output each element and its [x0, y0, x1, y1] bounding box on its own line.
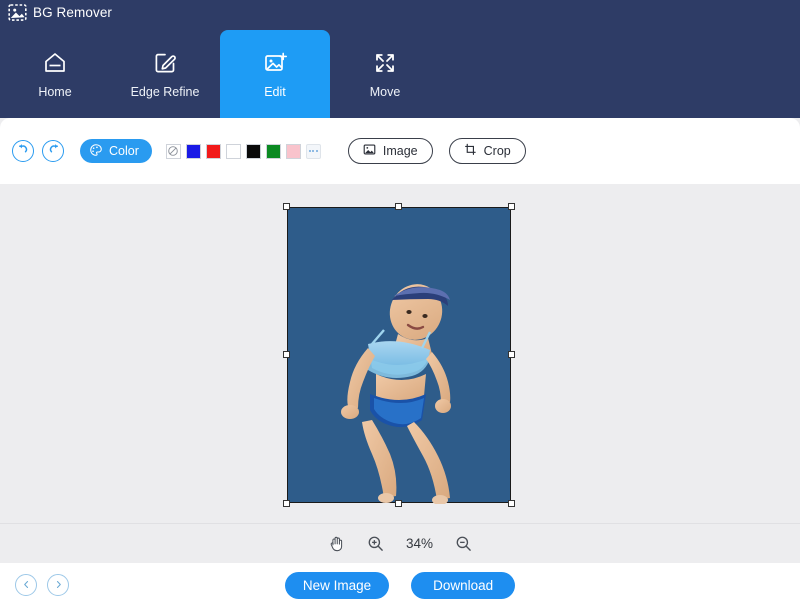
- image-dashed-icon: [8, 3, 27, 22]
- resize-handle-top-right[interactable]: [508, 203, 515, 210]
- app-window: BG Remover Home Edge Refine Edit Move Co…: [0, 0, 800, 606]
- swatch-black[interactable]: [245, 143, 261, 159]
- resize-handle-middle-left[interactable]: [283, 351, 290, 358]
- dot-icon: [312, 150, 315, 152]
- dot-icon: [308, 150, 311, 152]
- image-edit-icon: [262, 50, 288, 76]
- image-canvas[interactable]: [287, 207, 511, 504]
- swatch-blue[interactable]: [185, 143, 201, 159]
- picture-icon: [363, 143, 376, 159]
- canvas-workspace[interactable]: [0, 184, 800, 523]
- brand: BG Remover: [8, 3, 112, 22]
- image-button-label: Image: [382, 144, 418, 158]
- resize-handle-bottom-right[interactable]: [508, 500, 515, 507]
- resize-handle-top-center[interactable]: [395, 203, 402, 210]
- zoom-level: 34%: [405, 536, 434, 551]
- main-tabs: Home Edge Refine Edit Move: [0, 30, 460, 118]
- swatch-white[interactable]: [225, 143, 241, 159]
- pencil-square-icon: [152, 50, 178, 76]
- resize-handle-middle-right[interactable]: [508, 351, 515, 358]
- new-image-button[interactable]: New Image: [284, 572, 390, 599]
- tab-edge-refine-label: Edge Refine: [130, 84, 200, 99]
- move-arrows-icon: [372, 50, 398, 76]
- tab-home[interactable]: Home: [0, 30, 110, 118]
- swatch-none[interactable]: [165, 143, 181, 159]
- color-swatches: [165, 143, 321, 159]
- undo-arrow-icon: [17, 142, 30, 160]
- app-header: BG Remover Home Edge Refine Edit Move: [0, 0, 800, 118]
- edit-toolbar: Color Image Crop: [0, 118, 800, 184]
- tab-move-label: Move: [369, 84, 401, 99]
- tab-home-label: Home: [38, 84, 72, 99]
- bottom-action-bar: New Image Download: [0, 563, 800, 606]
- zoom-out-icon[interactable]: [455, 535, 472, 552]
- redo-button[interactable]: [42, 140, 64, 162]
- swatch-green[interactable]: [265, 143, 281, 159]
- primary-actions: New Image Download: [0, 572, 800, 599]
- crop-button-label: Crop: [483, 144, 511, 158]
- redo-arrow-icon: [47, 142, 60, 160]
- image-selection[interactable]: [283, 203, 515, 507]
- download-button[interactable]: Download: [411, 572, 516, 599]
- resize-handle-bottom-left[interactable]: [283, 500, 290, 507]
- home-icon: [42, 50, 68, 76]
- swatch-red[interactable]: [205, 143, 221, 159]
- crop-square-icon: [464, 143, 477, 159]
- undo-button[interactable]: [12, 140, 34, 162]
- palette-icon: [89, 143, 103, 160]
- color-button-label: Color: [109, 144, 139, 158]
- color-button[interactable]: Color: [80, 139, 152, 163]
- tab-edge-refine[interactable]: Edge Refine: [110, 30, 220, 118]
- zoom-in-icon[interactable]: [367, 535, 384, 552]
- swatch-pink[interactable]: [285, 143, 301, 159]
- tab-edit-label: Edit: [264, 84, 286, 99]
- hand-tool-icon[interactable]: [328, 535, 345, 552]
- app-title: BG Remover: [33, 5, 113, 20]
- tab-move[interactable]: Move: [330, 30, 440, 118]
- image-button[interactable]: Image: [347, 138, 433, 164]
- crop-button[interactable]: Crop: [448, 138, 526, 164]
- tab-edit[interactable]: Edit: [220, 30, 330, 118]
- zoom-controls: 34%: [0, 523, 800, 563]
- resize-handle-top-left[interactable]: [283, 203, 290, 210]
- resize-handle-bottom-center[interactable]: [395, 500, 402, 507]
- more-colors-button[interactable]: [305, 143, 321, 159]
- subject-image: [341, 284, 451, 504]
- dot-icon: [315, 150, 318, 152]
